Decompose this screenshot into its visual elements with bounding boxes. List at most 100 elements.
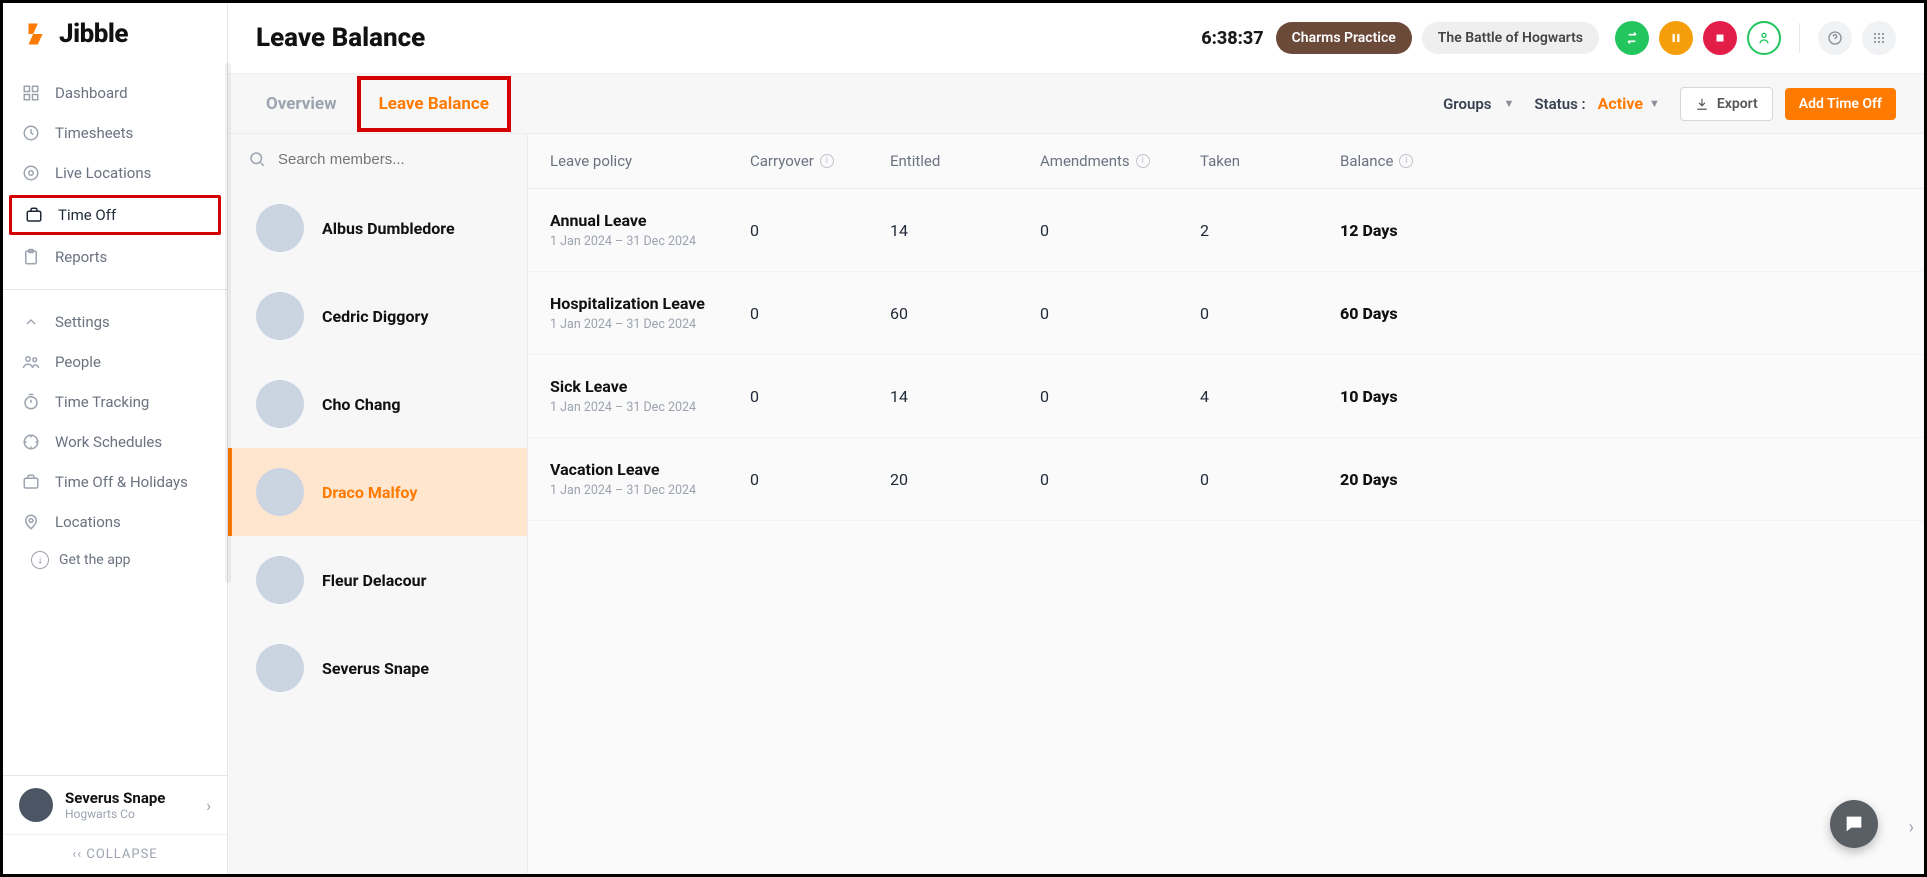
col-label: Carryover [750,152,814,170]
jibble-logo-icon [25,20,53,48]
cell-balance: 10 Days [1340,387,1902,406]
member-row[interactable]: Draco Malfoy [228,448,527,536]
current-user-menu[interactable]: Severus Snape Hogwarts Co › [3,776,227,834]
cell-carryover: 0 [750,304,890,323]
collapse-sidebar-button[interactable]: ‹‹ COLLAPSE [3,834,227,874]
sidebar-item-time-tracking[interactable]: Time Tracking [3,382,227,422]
search-input[interactable] [278,151,507,168]
groups-filter[interactable]: Groups ▼ [1443,95,1514,113]
sidebar: Jibble Dashboard Timesheets Live Locatio… [3,3,228,874]
export-button[interactable]: Export [1680,87,1773,121]
briefcase-icon [21,472,41,492]
member-row[interactable]: Severus Snape [228,624,527,712]
member-name: Cedric Diggory [322,307,429,326]
member-row[interactable]: Fleur Delacour [228,536,527,624]
policy-name: Vacation Leave [550,460,750,479]
sidebar-item-time-off[interactable]: Time Off [9,195,221,235]
col-amendments: Amendmentsi [1040,152,1200,170]
apps-icon[interactable] [1862,21,1896,55]
sidebar-item-work-schedules[interactable]: Work Schedules [3,422,227,462]
policy-range: 1 Jan 2024 – 31 Dec 2024 [550,317,750,332]
cell-carryover: 0 [750,387,890,406]
tab-overview[interactable]: Overview [256,76,347,132]
user-action-icon[interactable] [1747,21,1781,55]
sidebar-footer: Severus Snape Hogwarts Co › ‹‹ COLLAPSE [3,775,227,874]
sidebar-item-locations[interactable]: Locations [3,502,227,542]
get-the-app-link[interactable]: ↓ Get the app [3,542,227,578]
member-row[interactable]: Cedric Diggory [228,272,527,360]
divider [1799,23,1800,53]
cell-entitled: 14 [890,387,1040,406]
add-time-off-button[interactable]: Add Time Off [1785,88,1896,120]
tab-leave-balance[interactable]: Leave Balance [357,76,511,132]
cell-balance: 60 Days [1340,304,1902,323]
sidebar-item-label: Time Off & Holidays [55,473,188,491]
cell-carryover: 0 [750,221,890,240]
sidebar-item-settings[interactable]: Settings [3,302,227,342]
leave-table-panel: Leave policy Carryoveri Entitled Amendme… [528,134,1924,874]
help-icon[interactable] [1818,21,1852,55]
cell-taken: 0 [1200,304,1340,323]
user-company: Hogwarts Co [65,807,165,821]
info-icon[interactable]: i [1399,154,1413,168]
sidebar-item-timesheets[interactable]: Timesheets [3,113,227,153]
member-row[interactable]: Cho Chang [228,360,527,448]
brand-name: Jibble [59,19,128,49]
members-panel: Albus Dumbledore Cedric Diggory Cho ChangD… [228,134,528,874]
swap-icon[interactable] [1615,21,1649,55]
avatar [256,292,304,340]
download-icon: ↓ [31,551,49,569]
sidebar-item-label: Settings [55,313,110,331]
timer-icon [21,392,41,412]
activity-pill-charms[interactable]: Charms Practice [1276,22,1412,54]
sidebar-item-label: Dashboard [55,84,128,102]
nav-settings-section: Settings People Time Tracking Work Sched… [3,298,227,582]
sidebar-item-time-off-holidays[interactable]: Time Off & Holidays [3,462,227,502]
sidebar-item-people[interactable]: People [3,342,227,382]
stop-icon[interactable] [1703,21,1737,55]
members-list: Albus Dumbledore Cedric Diggory Cho ChangD… [228,184,527,712]
cell-carryover: 0 [750,470,890,489]
briefcase-icon [24,205,44,225]
cell-policy: Vacation Leave1 Jan 2024 – 31 Dec 2024 [550,460,750,498]
table-row[interactable]: Sick Leave1 Jan 2024 – 31 Dec 2024 0 14 … [528,355,1924,438]
info-icon[interactable]: i [820,154,834,168]
cell-policy: Sick Leave1 Jan 2024 – 31 Dec 2024 [550,377,750,415]
sidebar-item-label: Timesheets [55,124,133,142]
chevron-down-icon: ▼ [1649,97,1660,110]
member-row[interactable]: Albus Dumbledore [228,184,527,272]
sidebar-item-label: Reports [55,248,107,266]
cell-entitled: 14 [890,221,1040,240]
layout: Jibble Dashboard Timesheets Live Locatio… [3,3,1924,874]
sidebar-item-dashboard[interactable]: Dashboard [3,73,227,113]
col-label: Balance [1340,152,1393,170]
pause-icon[interactable] [1659,21,1693,55]
col-leave-policy: Leave policy [550,152,750,170]
nav: Dashboard Timesheets Live Locations Time… [3,69,227,775]
user-name: Severus Snape [65,789,165,807]
search-row [228,134,527,184]
cell-amendments: 0 [1040,221,1200,240]
cell-entitled: 60 [890,304,1040,323]
info-icon[interactable]: i [1136,154,1150,168]
header-action-icons [1615,21,1896,55]
table-row[interactable]: Annual Leave1 Jan 2024 – 31 Dec 2024 0 1… [528,189,1924,272]
chevron-left-icon: ‹‹ [72,847,86,862]
sidebar-scrollbar[interactable] [225,63,231,583]
table-row[interactable]: Vacation Leave1 Jan 2024 – 31 Dec 2024 0… [528,438,1924,521]
brand-logo[interactable]: Jibble [3,3,227,69]
sidebar-item-reports[interactable]: Reports [3,237,227,277]
scroll-right-button[interactable]: › [1909,817,1914,838]
table-row[interactable]: Hospitalization Leave1 Jan 2024 – 31 Dec… [528,272,1924,355]
export-label: Export [1717,96,1758,112]
cell-taken: 2 [1200,221,1340,240]
avatar [256,380,304,428]
chat-fab[interactable] [1830,800,1878,848]
header: Leave Balance 6:38:37 Charms Practice Th… [228,3,1924,74]
status-label: Status : [1534,95,1585,113]
table-body: Annual Leave1 Jan 2024 – 31 Dec 2024 0 1… [528,189,1924,521]
status-filter[interactable]: Status : Active ▼ [1534,94,1659,113]
activity-pill-battle[interactable]: The Battle of Hogwarts [1422,22,1599,54]
member-name: Albus Dumbledore [322,219,455,238]
sidebar-item-live-locations[interactable]: Live Locations [3,153,227,193]
